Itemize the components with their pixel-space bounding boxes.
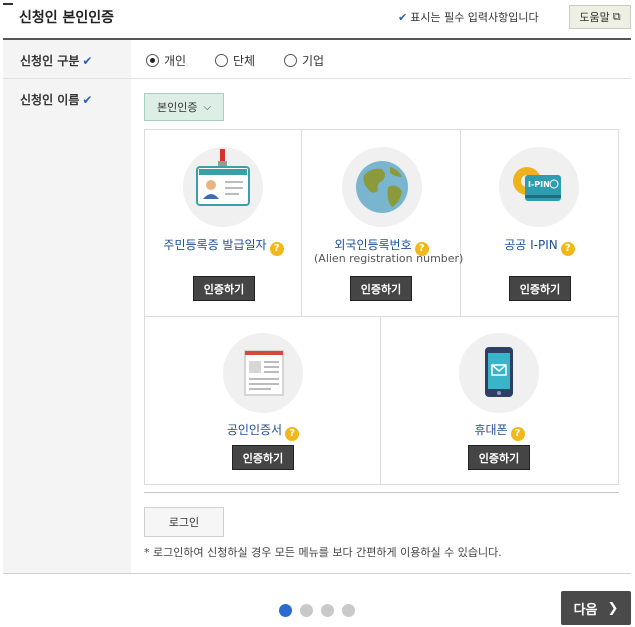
radio-circle[interactable] <box>284 54 297 67</box>
page-dot-3[interactable] <box>321 604 334 617</box>
method-card-certificate: 공인인증서? 인증하기 <box>145 317 381 484</box>
page-dot-1[interactable] <box>279 604 292 617</box>
method-card-id-card: 주민등록증 발급일자? 인증하기 <box>145 130 302 317</box>
verification-dropdown[interactable]: 본인인증 ⌵ <box>144 93 224 121</box>
radio-individual[interactable]: 개인 <box>146 52 186 69</box>
chevron-down-icon: ⌵ <box>203 101 212 113</box>
verify-button-ipin[interactable]: 인증하기 <box>509 276 571 301</box>
external-window-icon: ⧉ <box>612 10 621 23</box>
method-label: 휴대폰? <box>381 421 618 441</box>
pagination-dots <box>279 604 355 617</box>
required-check-icon: ✔ <box>82 93 93 107</box>
method-card-mobile: 휴대폰? 인증하기 <box>381 317 618 484</box>
next-label: 다음 <box>573 602 598 618</box>
certificate-icon <box>223 333 303 413</box>
help-button[interactable]: 도움말 ⧉ <box>569 5 631 29</box>
help-question-icon[interactable]: ? <box>285 427 300 441</box>
page-dot-2[interactable] <box>300 604 313 617</box>
mobile-phone-icon <box>459 333 539 413</box>
id-card-icon <box>183 147 263 227</box>
page-header: 신청인 본인인증 ✔ 표시는 필수 입력사항입니다 도움말 ⧉ <box>0 0 635 40</box>
help-question-icon[interactable]: ? <box>510 427 525 441</box>
method-label: 공인인증서? <box>145 421 381 441</box>
chevron-right-icon: ❯ <box>607 600 619 616</box>
method-sublabel: (Alien registration number) <box>314 252 464 265</box>
svg-text:I-PIN: I-PIN <box>528 180 550 189</box>
radio-group[interactable]: 단체 <box>215 52 255 69</box>
help-label: 도움말 <box>579 11 610 24</box>
help-question-icon[interactable]: ? <box>269 242 284 256</box>
check-icon: ✔ <box>398 11 408 24</box>
login-divider <box>144 492 619 493</box>
verify-button-certificate[interactable]: 인증하기 <box>232 445 294 470</box>
method-card-alien: 외국인등록번호? (Alien registration number) 인증하… <box>302 130 464 317</box>
verify-button-id-card[interactable]: 인증하기 <box>193 276 255 301</box>
applicant-type-label: 신청인 구분 ✔ <box>3 40 131 78</box>
required-note: ✔ 표시는 필수 입력사항입니다 <box>398 9 539 25</box>
required-check-icon: ✔ <box>82 54 93 68</box>
page-title: 신청인 본인인증 <box>19 10 115 26</box>
page-dot-4[interactable] <box>342 604 355 617</box>
method-label: 주민등록증 발급일자? <box>145 236 302 256</box>
applicant-name-label: 신청인 이름 ✔ <box>3 79 131 573</box>
method-label: 공공 I-PIN? <box>461 236 618 256</box>
verification-methods-grid: 주민등록증 발급일자? 인증하기 외국인등록번호? (Alien registr… <box>144 129 619 485</box>
verify-button-alien[interactable]: 인증하기 <box>350 276 412 301</box>
login-note: * 로그인하여 신청하실 경우 모든 메뉴를 보다 간편하게 이용하실 수 있습… <box>144 546 502 559</box>
applicant-name-row: 신청인 이름 ✔ 본인인증 ⌵ 주민등록증 발급일자? 인증하기 외국인등록번호… <box>3 79 631 574</box>
globe-icon <box>342 147 422 227</box>
header-dash <box>3 3 13 5</box>
ipin-card-icon: I-PIN <box>499 147 579 227</box>
next-button[interactable]: 다음 ❯ <box>561 591 631 625</box>
method-card-ipin: I-PIN 공공 I-PIN? 인증하기 <box>461 130 618 317</box>
radio-circle[interactable] <box>215 54 228 67</box>
radio-circle-checked[interactable] <box>146 54 159 67</box>
help-question-icon[interactable]: ? <box>560 242 575 256</box>
required-note-text: 표시는 필수 입력사항입니다 <box>410 11 539 24</box>
login-button[interactable]: 로그인 <box>144 507 224 537</box>
radio-company[interactable]: 기업 <box>284 52 324 69</box>
applicant-type-row: 신청인 구분 ✔ 개인 단체 기업 <box>3 40 631 79</box>
verify-button-mobile[interactable]: 인증하기 <box>468 445 530 470</box>
